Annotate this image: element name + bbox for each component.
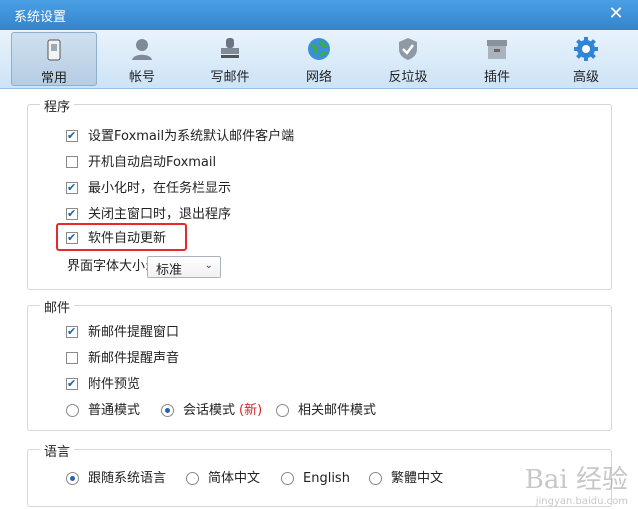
- stamp-icon: [221, 38, 239, 58]
- highlight-box: [56, 223, 187, 251]
- gear-icon: [574, 37, 598, 61]
- tab-network[interactable]: 网络: [276, 32, 362, 86]
- radio[interactable]: [369, 472, 382, 485]
- watermark-text: Bai 经验: [524, 465, 628, 495]
- tab-antispam[interactable]: 反垃圾: [365, 32, 451, 86]
- tab-label: 反垃圾: [388, 70, 428, 85]
- tab-general[interactable]: 常用: [11, 32, 97, 86]
- option-label: 最小化时，在任务栏显示: [88, 181, 232, 196]
- tab-label: 常用: [40, 71, 67, 86]
- globe-icon: [308, 38, 330, 60]
- option-label: 相关邮件模式: [298, 403, 377, 418]
- settings-toolbar: 常用 帐号 写邮件 网络 反垃圾 插件 高级: [0, 30, 638, 89]
- option-label: 关闭主窗口时，退出程序: [88, 207, 232, 222]
- settings-content: 程序 设置Foxmail为系统默认邮件客户端 开机自动启动Foxmail 最小化…: [0, 89, 638, 509]
- option-label: 简体中文: [208, 471, 261, 486]
- checkbox[interactable]: [66, 323, 78, 341]
- box-icon: [487, 40, 507, 59]
- checkbox[interactable]: [66, 375, 78, 393]
- radio[interactable]: [161, 404, 174, 417]
- tab-advanced[interactable]: 高级: [543, 32, 629, 86]
- radio[interactable]: [281, 472, 294, 485]
- option-label: 会话模式: [183, 403, 236, 418]
- option-label: 设置Foxmail为系统默认邮件客户端: [88, 129, 295, 144]
- checkbox[interactable]: [66, 179, 78, 197]
- checkbox[interactable]: [66, 205, 78, 223]
- group-title: 语言: [40, 441, 75, 460]
- option-label: 附件预览: [88, 377, 141, 392]
- radio[interactable]: [66, 404, 79, 417]
- option-label: 开机自动启动Foxmail: [88, 155, 217, 170]
- tab-label: 帐号: [128, 70, 155, 85]
- tab-compose[interactable]: 写邮件: [187, 32, 273, 86]
- new-badge: (新): [239, 403, 263, 418]
- tab-label: 写邮件: [210, 70, 250, 85]
- watermark-url: jingyan.baidu.com: [535, 496, 628, 507]
- radio[interactable]: [66, 472, 79, 485]
- option-label: 普通模式: [88, 403, 141, 418]
- checkbox[interactable]: [66, 127, 78, 145]
- font-size-label: 界面字体大小:: [67, 259, 150, 274]
- option-label: English: [303, 471, 350, 486]
- user-icon: [132, 39, 152, 60]
- option-label: 跟随系统语言: [88, 471, 167, 486]
- tab-plugins[interactable]: 插件: [454, 32, 540, 86]
- title-bar: 系统设置 ✕: [0, 0, 638, 30]
- checkbox[interactable]: [66, 156, 78, 168]
- shield-icon: [399, 38, 417, 60]
- checkbox[interactable]: [66, 352, 78, 364]
- group-title: 邮件: [40, 297, 75, 316]
- option-label: 繁體中文: [391, 471, 444, 486]
- select-value: 标准: [156, 263, 183, 278]
- window-title: 系统设置: [14, 10, 67, 25]
- close-icon[interactable]: ✕: [606, 4, 626, 24]
- tab-label: 网络: [305, 70, 332, 85]
- option-label: 新邮件提醒窗口: [88, 325, 180, 340]
- tab-account[interactable]: 帐号: [99, 32, 185, 86]
- phone-icon: [47, 39, 61, 61]
- font-size-select[interactable]: 标准 ⌄: [147, 256, 221, 278]
- settings-window: 系统设置 ✕ 常用 帐号 写邮件 网络 反垃圾 插件 高级 程序 ✔ 设置Fox…: [0, 0, 638, 509]
- tab-label: 插件: [483, 70, 510, 85]
- chevron-down-icon: ⌄: [204, 260, 213, 271]
- tab-label: 高级: [572, 70, 599, 85]
- watermark: Bai 经验 jingyan.baidu.com: [525, 459, 628, 507]
- group-title: 程序: [40, 96, 75, 115]
- option-label: 新邮件提醒声音: [88, 351, 180, 366]
- radio[interactable]: [186, 472, 199, 485]
- radio[interactable]: [276, 404, 289, 417]
